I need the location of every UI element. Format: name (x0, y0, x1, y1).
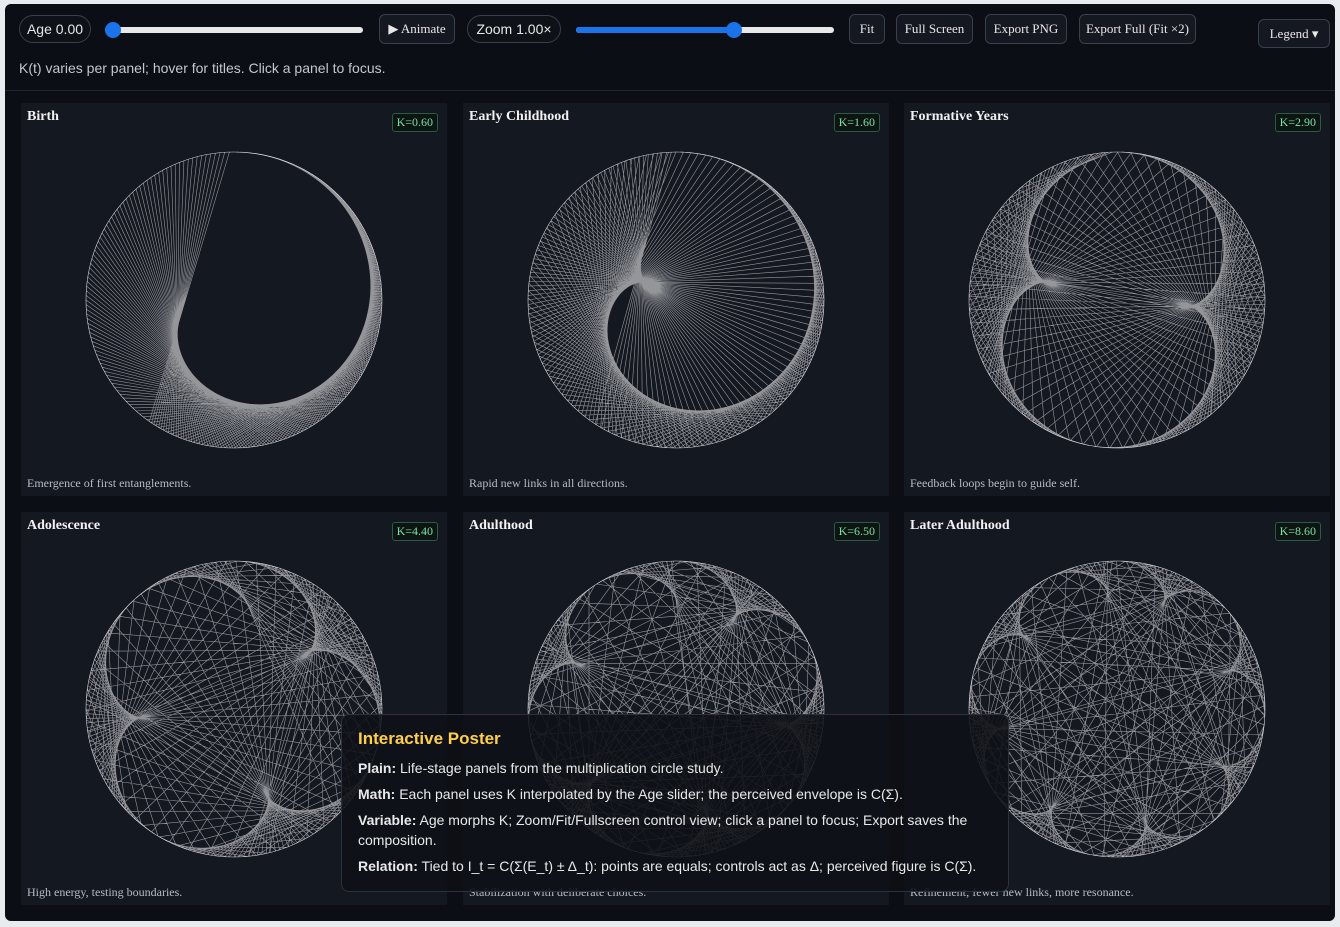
panel-formative-years[interactable]: Formative Years K=2.90 Feedback loops be… (904, 103, 1330, 496)
legend-math-text: Each panel uses K interpolated by the Ag… (399, 786, 903, 802)
multiplication-circle (85, 151, 383, 449)
multiplication-circle (85, 560, 383, 858)
panel-title: Adolescence (27, 518, 101, 533)
k-badge: K=1.60 (833, 113, 880, 132)
panel-caption: Emergence of first entanglements. (27, 476, 192, 490)
panel-title: Formative Years (910, 109, 1009, 124)
chord-path (85, 151, 383, 449)
fullscreen-button[interactable]: Full Screen (896, 14, 973, 44)
k-badge: K=4.40 (391, 522, 438, 541)
hint-text: K(t) varies per panel; hover for titles.… (19, 60, 386, 76)
panel-birth[interactable]: Birth K=0.60 Emergence of first entangle… (21, 103, 447, 496)
legend-variable: Variable: Age morphs K; Zoom/Fit/Fullscr… (358, 810, 992, 850)
legend-relation: Relation: Tied to I_t = C(Σ(E_t) ± Δ_t):… (358, 856, 992, 876)
legend-variable-text: Age morphs K; Zoom/Fit/Fullscreen contro… (358, 812, 968, 848)
panel-title: Later Adulthood (910, 518, 1010, 533)
legend-heading: Interactive Poster (358, 729, 501, 748)
legend-plain: Plain: Life-stage panels from the multip… (358, 758, 992, 778)
toolbar-divider (5, 90, 1335, 91)
legend-plain-key: Plain: (358, 760, 397, 776)
legend-relation-text: Tied to I_t = C(Σ(E_t) ± Δ_t): points ar… (421, 858, 977, 874)
chord-path (968, 560, 1266, 858)
panel-title: Adulthood (469, 518, 533, 533)
zoom-readout: Zoom 1.00× (467, 15, 561, 43)
chord-path (527, 151, 825, 449)
panel-title: Birth (27, 109, 59, 124)
chord-lines (968, 151, 1266, 449)
k-badge: K=8.60 (1274, 522, 1321, 541)
legend-popover: Interactive Poster Plain: Life-stage pan… (341, 714, 1009, 892)
legend-button[interactable]: Legend ▾ (1258, 19, 1330, 48)
k-badge: K=2.90 (1274, 113, 1321, 132)
export-png-button[interactable]: Export PNG (985, 14, 1067, 44)
panel-caption: Feedback loops begin to guide self. (910, 476, 1080, 490)
chord-path (85, 560, 383, 858)
panel-title: Early Childhood (469, 109, 569, 124)
toolbar: Age 0.00 ▶ Animate Zoom 1.00× Fit Full S… (5, 4, 1335, 96)
zoom-slider-fill (576, 27, 734, 33)
app-window: Age 0.00 ▶ Animate Zoom 1.00× Fit Full S… (5, 4, 1335, 921)
legend-math-key: Math: (358, 786, 396, 802)
legend-relation-key: Relation: (358, 858, 418, 874)
multiplication-circle (527, 151, 825, 449)
multiplication-circle (968, 560, 1266, 858)
zoom-slider[interactable] (576, 22, 834, 38)
legend-math: Math: Each panel uses K interpolated by … (358, 784, 992, 804)
age-slider[interactable] (105, 22, 363, 38)
k-badge: K=0.60 (391, 113, 438, 132)
panel-caption: High energy, testing boundaries. (27, 885, 183, 899)
age-readout: Age 0.00 (19, 15, 91, 43)
legend-variable-key: Variable: (358, 812, 417, 828)
age-slider-thumb[interactable] (105, 22, 121, 38)
chord-lines (85, 560, 383, 858)
panel-caption: Rapid new links in all directions. (469, 476, 628, 490)
chord-lines (968, 560, 1266, 858)
chord-lines (85, 151, 383, 449)
legend-plain-text: Life-stage panels from the multiplicatio… (400, 760, 724, 776)
animate-button[interactable]: ▶ Animate (379, 14, 455, 44)
chord-lines (527, 151, 825, 449)
age-slider-track (105, 27, 363, 33)
chord-path (968, 151, 1266, 449)
zoom-slider-thumb[interactable] (726, 22, 742, 38)
fit-button[interactable]: Fit (849, 14, 885, 44)
k-badge: K=6.50 (833, 522, 880, 541)
multiplication-circle (968, 151, 1266, 449)
export-full-button[interactable]: Export Full (Fit ×2) (1079, 14, 1196, 44)
panel-early-childhood[interactable]: Early Childhood K=1.60 Rapid new links i… (463, 103, 889, 496)
